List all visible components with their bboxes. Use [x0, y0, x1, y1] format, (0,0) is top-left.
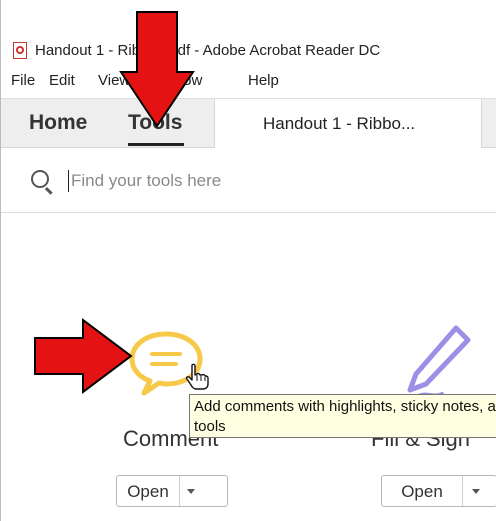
open-button-label: Open: [127, 482, 169, 501]
search-input[interactable]: [71, 168, 471, 194]
tab-bar: Home Tools Handout 1 - Ribbo...: [1, 98, 496, 148]
menu-bar: File Edit View Window Help: [1, 66, 496, 96]
open-button-label: Open: [401, 482, 443, 501]
tooltip-line-2: tools: [194, 418, 226, 435]
tooltip: Add comments with highlights, sticky not…: [189, 394, 496, 438]
menu-edit[interactable]: Edit: [49, 72, 75, 89]
pen-sign-icon[interactable]: [396, 322, 476, 402]
hand-cursor-icon: [185, 363, 209, 390]
tooltip-line-1: Add comments with highlights, sticky not…: [194, 398, 496, 415]
button-divider: [179, 476, 180, 506]
text-caret: [68, 170, 69, 192]
active-tab-indicator: [128, 143, 184, 146]
tab-document-label: Handout 1 - Ribbo...: [263, 114, 416, 133]
comment-open-button[interactable]: Open: [116, 475, 228, 507]
acrobat-window: Handout 1 - Ribbon.pdf - Adobe Acrobat R…: [0, 0, 496, 521]
search-icon: [31, 170, 49, 188]
title-bar: Handout 1 - Ribbon.pdf - Adobe Acrobat R…: [1, 36, 496, 66]
arrow-right-annotation-icon: [34, 318, 133, 394]
arrow-down-annotation-icon: [119, 11, 195, 128]
tab-document[interactable]: Handout 1 - Ribbo...: [214, 99, 482, 148]
menu-help[interactable]: Help: [248, 72, 279, 89]
tool-search-bar: [1, 148, 496, 213]
pdf-app-icon: [13, 42, 27, 59]
chevron-down-icon[interactable]: [187, 489, 195, 494]
button-divider: [462, 476, 463, 506]
tab-home[interactable]: Home: [29, 111, 87, 135]
chevron-down-icon[interactable]: [472, 489, 480, 494]
window-title: Handout 1 - Ribbon.pdf - Adobe Acrobat R…: [35, 42, 381, 59]
fill-sign-open-button[interactable]: Open: [381, 475, 496, 507]
menu-file[interactable]: File: [11, 72, 35, 89]
